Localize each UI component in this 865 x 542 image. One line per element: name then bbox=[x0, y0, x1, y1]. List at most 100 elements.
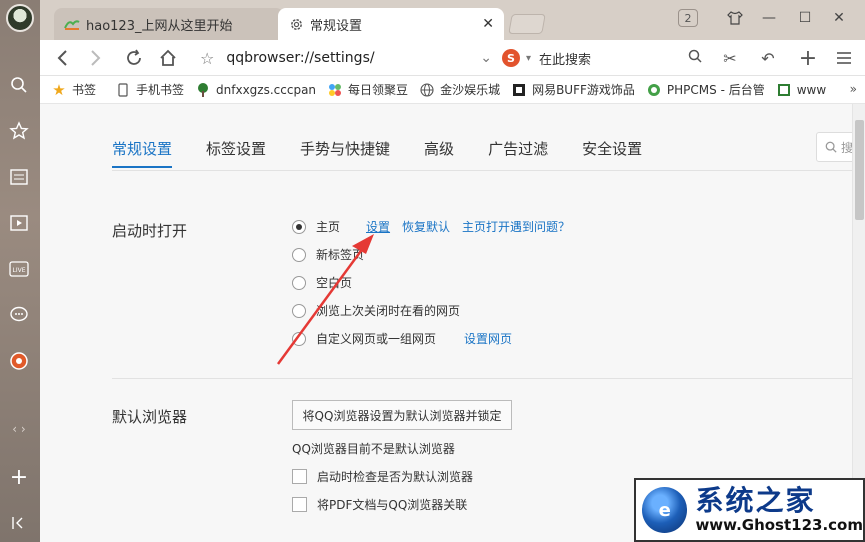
bookmark-item[interactable]: ★ 书签 bbox=[52, 81, 96, 99]
bookmark-item[interactable]: dnfxxgzs.cccpan bbox=[196, 82, 317, 97]
soccer-icon[interactable] bbox=[8, 350, 30, 372]
bookmark-item[interactable]: PHPCMS - 后台管 bbox=[647, 81, 765, 98]
flower-icon bbox=[328, 83, 342, 97]
tab-count-badge[interactable]: 2 bbox=[678, 9, 698, 27]
bookmark-item[interactable]: 每日领聚豆 bbox=[328, 81, 408, 98]
tab-security[interactable]: 安全设置 bbox=[582, 128, 642, 168]
bookmark-item[interactable]: 手机书签 bbox=[116, 81, 184, 98]
bookmark-label: dnfxxgzs.cccpan bbox=[216, 82, 317, 97]
startup-option-blank[interactable]: 空白页 bbox=[292, 274, 352, 291]
search-input[interactable]: 在此搜索 bbox=[539, 49, 591, 68]
scrollbar-thumb[interactable] bbox=[855, 120, 864, 220]
tab-gestures[interactable]: 手势与快捷键 bbox=[300, 128, 390, 168]
section-divider bbox=[112, 378, 852, 379]
address-bar[interactable]: ☆ qqbrowser://settings/ ⌄ bbox=[200, 45, 492, 71]
video-icon[interactable] bbox=[8, 212, 30, 234]
collapse-arrows-icon[interactable]: ‹ › bbox=[8, 418, 30, 440]
startup-option-last-session[interactable]: 浏览上次关闭时在看的网页 bbox=[292, 302, 460, 319]
startup-option-custom[interactable]: 自定义网页或一组网页 设置网页 bbox=[292, 330, 512, 347]
tab-tabs[interactable]: 标签设置 bbox=[206, 128, 266, 168]
radio-last-session[interactable] bbox=[292, 303, 306, 318]
watermark-url: www.Ghost123.com bbox=[695, 516, 863, 534]
restore-default-link[interactable]: 恢复默认 bbox=[402, 218, 450, 235]
bookmark-label: 每日领聚豆 bbox=[348, 83, 409, 97]
sidebar-toggle-icon[interactable] bbox=[8, 512, 30, 534]
scissors-icon[interactable]: ✂ bbox=[718, 46, 742, 70]
url-text[interactable]: qqbrowser://settings/ bbox=[226, 50, 374, 66]
checkbox[interactable] bbox=[292, 497, 307, 512]
chat-icon[interactable] bbox=[8, 304, 30, 326]
new-tab-plus-icon[interactable]: + bbox=[796, 46, 820, 71]
phone-icon bbox=[116, 82, 130, 97]
startup-option-newtab[interactable]: 新标签页 bbox=[292, 246, 364, 263]
reading-list-icon[interactable] bbox=[8, 166, 30, 188]
sogou-engine-icon[interactable]: S bbox=[502, 49, 520, 67]
checkbox[interactable] bbox=[292, 469, 307, 484]
settings-search-placeholder: 搜 bbox=[841, 140, 852, 155]
default-browser-status: QQ浏览器目前不是默认浏览器 bbox=[292, 442, 455, 456]
search-icon[interactable] bbox=[688, 49, 702, 67]
add-icon[interactable]: + bbox=[8, 465, 30, 490]
search-field[interactable]: S ▾ 在此搜索 bbox=[502, 45, 702, 71]
url-dropdown-icon[interactable]: ⌄ bbox=[480, 50, 492, 66]
tab-adblock[interactable]: 广告过滤 bbox=[488, 128, 548, 168]
tab-hao123[interactable]: hao123_上网从这里开始 bbox=[54, 8, 284, 40]
set-pages-link[interactable]: 设置网页 bbox=[464, 330, 512, 347]
option-label: 浏览上次关闭时在看的网页 bbox=[316, 304, 461, 318]
startup-label: 启动时打开 bbox=[112, 222, 188, 240]
set-default-browser-button[interactable]: 将QQ浏览器设置为默认浏览器并锁定 bbox=[292, 400, 512, 430]
minimize-icon[interactable]: — bbox=[758, 6, 780, 30]
page-icon bbox=[777, 83, 791, 97]
menu-icon[interactable] bbox=[832, 46, 856, 70]
hao123-icon bbox=[64, 17, 80, 31]
associate-pdf[interactable]: 将PDF文档与QQ浏览器关联 bbox=[292, 496, 467, 513]
more-bookmarks-icon[interactable]: » bbox=[850, 82, 857, 96]
option-label: 自定义网页或一组网页 bbox=[316, 332, 437, 346]
globe-icon bbox=[420, 82, 434, 97]
settings-search-input[interactable]: 搜 bbox=[816, 132, 852, 162]
bookmark-item[interactable]: 网易BUFF游戏饰品 bbox=[512, 81, 635, 98]
globe-logo-icon: e bbox=[642, 487, 688, 533]
window-close-icon[interactable]: ✕ bbox=[828, 6, 850, 30]
close-tab-icon[interactable]: ✕ bbox=[482, 16, 494, 32]
startup-option-home[interactable]: 主页 设置 恢复默认 主页打开遇到问题？ bbox=[292, 218, 570, 235]
search-icon[interactable] bbox=[8, 74, 30, 96]
tab-advanced[interactable]: 高级 bbox=[424, 128, 454, 168]
bookmark-label: 金沙娱乐城 bbox=[440, 83, 501, 97]
tab-general[interactable]: 常规设置 bbox=[112, 128, 173, 168]
search-engine-dropdown-icon[interactable]: ▾ bbox=[526, 53, 531, 64]
bookmark-item[interactable]: 金沙娱乐城 bbox=[420, 81, 500, 98]
tree-icon bbox=[196, 82, 210, 97]
bookmarks-bar: ★ 书签 手机书签 dnfxxgzs.cccpan 每日领聚豆 金沙娱乐城 网易B… bbox=[40, 76, 865, 104]
home-button[interactable] bbox=[156, 46, 180, 70]
skin-shirt-icon[interactable] bbox=[724, 6, 746, 30]
tab-settings[interactable]: 常规设置 ✕ bbox=[278, 8, 504, 40]
option-label: 主页 bbox=[316, 220, 341, 234]
bookmark-star-icon[interactable]: ☆ bbox=[200, 49, 214, 68]
new-tab-button[interactable] bbox=[508, 14, 546, 34]
refresh-button[interactable] bbox=[122, 46, 146, 70]
live-icon[interactable]: LIVE bbox=[8, 258, 30, 280]
maximize-icon[interactable]: ☐ bbox=[794, 6, 816, 30]
undo-icon[interactable]: ↶ bbox=[756, 46, 780, 70]
radio-home[interactable] bbox=[292, 219, 306, 234]
favorites-star-icon[interactable] bbox=[8, 120, 30, 142]
back-button[interactable] bbox=[50, 46, 74, 70]
navigation-bar: ☆ qqbrowser://settings/ ⌄ S ▾ 在此搜索 ✂ ↶ + bbox=[40, 40, 865, 76]
bookmark-item[interactable]: www bbox=[777, 83, 826, 97]
netease-icon bbox=[512, 83, 526, 97]
vertical-scrollbar[interactable] bbox=[852, 104, 865, 542]
phpcms-icon bbox=[647, 83, 661, 97]
check-default-on-startup[interactable]: 启动时检查是否为默认浏览器 bbox=[292, 468, 473, 485]
set-home-link[interactable]: 设置 bbox=[366, 218, 390, 235]
home-problem-link[interactable]: 主页打开遇到问题？ bbox=[462, 218, 570, 235]
forward-button[interactable] bbox=[84, 46, 108, 70]
radio-newtab[interactable] bbox=[292, 247, 306, 262]
radio-custom[interactable] bbox=[292, 331, 306, 346]
settings-page: 常规设置 标签设置 手势与快捷键 高级 广告过滤 安全设置 搜 启动时打开 主页… bbox=[40, 104, 852, 542]
left-sidebar: LIVE ‹ › + bbox=[0, 0, 40, 542]
user-avatar[interactable] bbox=[6, 4, 34, 32]
bookmark-label: 手机书签 bbox=[136, 83, 185, 97]
bookmark-label: PHPCMS - 后台管 bbox=[666, 83, 765, 97]
radio-blank[interactable] bbox=[292, 275, 306, 290]
